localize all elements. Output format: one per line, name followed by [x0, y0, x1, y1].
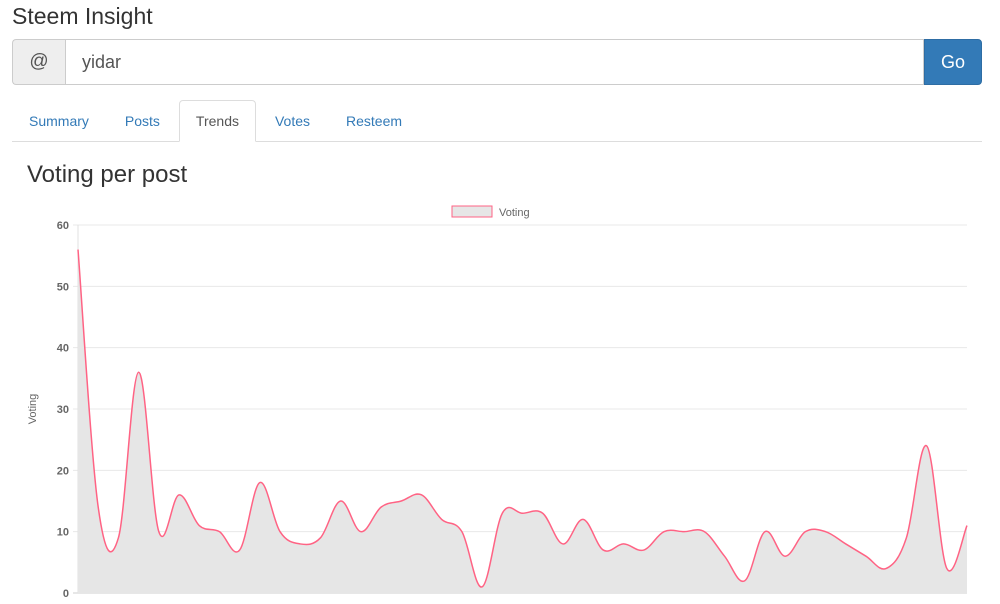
voting-area-fill [78, 249, 967, 593]
username-input[interactable] [65, 39, 924, 85]
tab-posts[interactable]: Posts [108, 100, 177, 142]
legend-label: Voting [499, 207, 530, 219]
section-title: Voting per post [27, 161, 188, 188]
tab-summary[interactable]: Summary [12, 100, 106, 142]
at-prefix-addon: @ [12, 39, 65, 85]
tab-resteem[interactable]: Resteem [329, 100, 419, 142]
y-tick-label: 30 [57, 404, 69, 416]
nav-tabs: Summary Posts Trends Votes Resteem [12, 100, 982, 142]
tab-trends[interactable]: Trends [178, 100, 256, 142]
y-tick-label: 10 [57, 527, 69, 539]
go-button[interactable]: Go [924, 39, 982, 85]
voting-per-post-chart: 0 10 20 30 40 50 60 Voting Voting [27, 205, 968, 600]
tab-votes[interactable]: Votes [258, 100, 327, 142]
y-tick-label: 50 [57, 281, 69, 293]
y-tick-label: 0 [63, 588, 69, 600]
y-tick-label: 40 [57, 343, 69, 355]
app-title: Steem Insight [12, 3, 153, 29]
username-search-group: @ Go [12, 39, 982, 85]
y-tick-label: 60 [57, 220, 69, 232]
y-tick-label: 20 [57, 465, 69, 477]
legend-swatch [451, 205, 493, 218]
y-axis-label: Voting [27, 394, 39, 425]
